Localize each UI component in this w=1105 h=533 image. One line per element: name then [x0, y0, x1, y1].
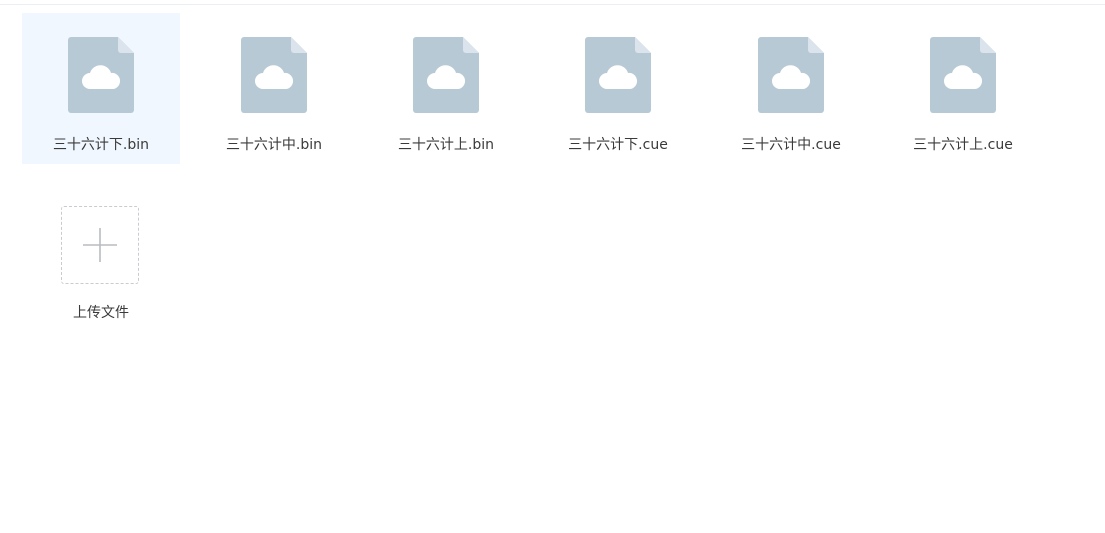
- cloud-file-icon: [930, 37, 996, 113]
- cloud-file-icon: [241, 37, 307, 113]
- file-name: 三十六计上.bin: [397, 137, 495, 153]
- file-item[interactable]: 三十六计上.cue: [884, 13, 1042, 164]
- file-name: 三十六计下.bin: [52, 137, 150, 153]
- upload-label: 上传文件: [73, 305, 129, 321]
- cloud-file-icon: [758, 37, 824, 113]
- file-name: 三十六计下.cue: [568, 137, 668, 153]
- file-item[interactable]: 三十六计中.cue: [712, 13, 870, 164]
- top-divider: [0, 0, 1105, 5]
- cloud-file-icon: [585, 37, 651, 113]
- file-item[interactable]: 三十六计上.bin: [367, 13, 525, 164]
- cloud-file-icon: [413, 37, 479, 113]
- file-name: 三十六计中.cue: [741, 137, 841, 153]
- file-item[interactable]: 三十六计下.bin: [22, 13, 180, 164]
- upload-file-button[interactable]: 上传文件: [22, 193, 180, 323]
- plus-icon: [83, 228, 117, 262]
- file-name: 三十六计上.cue: [913, 137, 1013, 153]
- file-name: 三十六计中.bin: [225, 137, 323, 153]
- file-grid: 三十六计下.bin 三十六计中.bin 三十六计上.bin 三十六计下.cue: [22, 13, 1082, 513]
- upload-dropzone[interactable]: [61, 206, 139, 284]
- file-item[interactable]: 三十六计中.bin: [195, 13, 353, 164]
- cloud-file-icon: [68, 37, 134, 113]
- file-item[interactable]: 三十六计下.cue: [539, 13, 697, 164]
